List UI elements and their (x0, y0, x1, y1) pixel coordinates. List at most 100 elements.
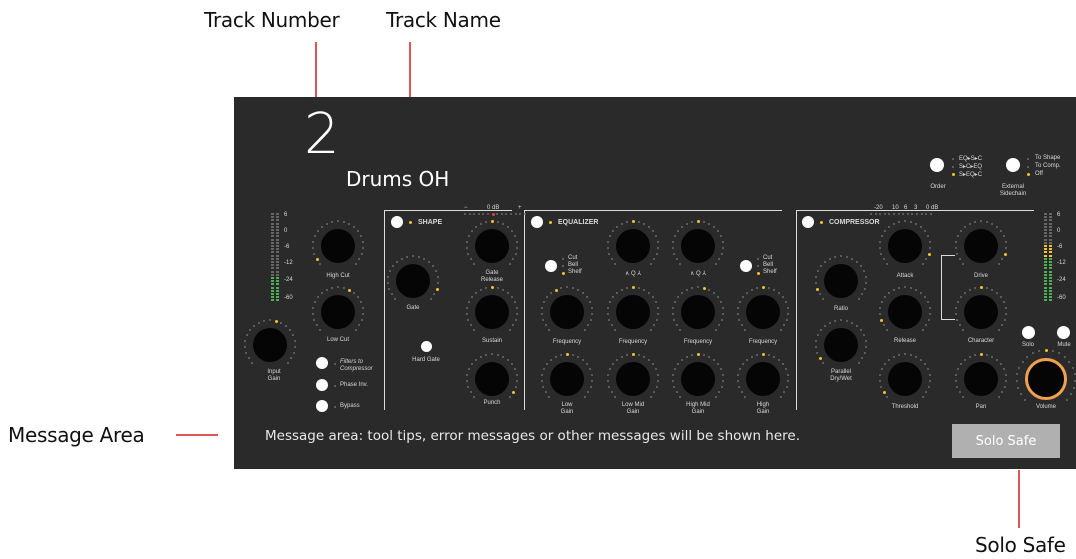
gate-scale-dot (432, 265, 435, 268)
shape-enable-button[interactable] (391, 216, 403, 228)
eq-q-1-scale-dot (653, 258, 656, 261)
mute-button[interactable] (1057, 326, 1070, 339)
mute-label: Mute (1057, 342, 1071, 348)
high-gain-knob[interactable] (746, 362, 780, 396)
threshold-knob[interactable] (888, 362, 922, 396)
input-gain-scale-dot (244, 340, 247, 343)
attack-knob[interactable] (888, 229, 922, 263)
eq-enable-button[interactable] (531, 216, 543, 228)
eq-frequency-1-scale-dot (541, 307, 544, 310)
sustain-scale-dot (508, 328, 511, 331)
eq-q-1-knob[interactable] (616, 229, 650, 263)
order-led-1 (952, 158, 954, 160)
eq-q-1-scale-dot (655, 235, 658, 238)
shape-scale-plus: + (518, 205, 522, 211)
gate-knob[interactable] (396, 264, 430, 298)
eq-frequency-4-scale-dot (785, 318, 788, 321)
character-knob[interactable] (964, 295, 998, 329)
meter-segment (1049, 251, 1052, 254)
eq-frequency-2-scale-dot (607, 312, 610, 315)
meter-segment (271, 289, 274, 292)
eq-frequency-3-label: Frequency (683, 339, 713, 345)
parallel-scale-dot (815, 340, 818, 343)
eq-q-2-scale-dot (691, 220, 694, 223)
high-cut-knob[interactable] (321, 229, 355, 263)
meter-segment (1044, 238, 1047, 241)
phase-invert-button[interactable] (316, 379, 328, 391)
release-scale-dot (898, 286, 901, 289)
pan-scale-dot (963, 358, 966, 361)
gate-release-scale-dot (470, 230, 473, 233)
scale-dot (496, 213, 499, 215)
solo-safe-button[interactable]: Solo Safe (952, 424, 1060, 458)
eq-q-2-scale-dot (702, 220, 705, 223)
input-gain-scale-dot (245, 351, 248, 354)
scale-dot (920, 213, 923, 215)
eq-frequency-4-scale-dot (740, 324, 743, 327)
eq-frequency-3-knob[interactable] (681, 295, 715, 329)
high-gain-scale-dot (750, 355, 753, 358)
sidechain-button[interactable] (1006, 158, 1020, 172)
eq-frequency-2-knob[interactable] (616, 295, 650, 329)
gate-release-scale-dot (467, 252, 470, 255)
attack-scale-dot (898, 220, 901, 223)
order-button[interactable] (930, 158, 944, 172)
shape-title: SHAPE (418, 219, 443, 226)
low-gain-scale-dot (587, 391, 590, 394)
low-band-type-button[interactable] (545, 260, 557, 272)
low-cut-knob[interactable] (321, 295, 355, 329)
gate-scale-dot (387, 276, 390, 279)
bypass-button[interactable] (316, 400, 328, 412)
punch-knob[interactable] (475, 362, 509, 396)
parallel-scale-dot (819, 329, 822, 332)
meter-segment (271, 267, 274, 270)
eq-q-2-scale-dot (721, 241, 724, 244)
eq-frequency-1-scale-dot (541, 312, 544, 315)
gate-release-knob[interactable] (475, 229, 509, 263)
input-gain-scale-dot (292, 334, 295, 337)
volume-scale-dot (1024, 398, 1027, 401)
eq-frequency-4-knob[interactable] (746, 295, 780, 329)
high-gain-label: High Gain (756, 402, 770, 415)
gate-scale-dot (412, 255, 414, 257)
meter-segment (276, 219, 279, 222)
comp-scale-2: 10 (892, 205, 899, 211)
parallel-knob[interactable] (824, 328, 858, 362)
volume-scale-dot (1058, 352, 1061, 355)
hard-gate-button[interactable] (421, 341, 432, 352)
sustain-knob[interactable] (475, 295, 509, 329)
high-band-type-button[interactable] (740, 260, 752, 272)
low-gain-knob[interactable] (550, 362, 584, 396)
high-mid-gain-knob[interactable] (681, 362, 715, 396)
ratio-knob[interactable] (824, 264, 858, 298)
eq-frequency-1-label: Frequency (552, 339, 582, 345)
eq-frequency-1-scale-dot (589, 318, 592, 321)
release-knob[interactable] (888, 295, 922, 329)
comp-enable-button[interactable] (802, 216, 814, 228)
track-name[interactable]: Drums OH (346, 167, 449, 191)
filters-to-compressor-button[interactable] (316, 357, 328, 369)
volume-label: Volume (1035, 404, 1057, 410)
input-gain-knob[interactable] (253, 328, 287, 362)
parallel-scale-dot (816, 334, 819, 337)
pan-knob[interactable] (964, 362, 998, 396)
drive-knob[interactable] (964, 229, 998, 263)
parallel-scale-dot (851, 321, 854, 324)
solo-button[interactable] (1022, 326, 1035, 339)
eq-frequency-3-scale-dot (691, 286, 694, 289)
volume-knob[interactable] (1025, 358, 1067, 400)
drive-scale-dot (962, 262, 965, 265)
threshold-scale-dot (925, 391, 928, 394)
eq-frequency-1-knob[interactable] (550, 295, 584, 329)
callout-track-number: Track Number (204, 8, 340, 32)
meter-segment (1049, 213, 1052, 215)
ratio-scale-dot (816, 270, 819, 273)
meter-segment (276, 225, 279, 228)
threshold-scale-dot (887, 358, 890, 361)
low-mid-gain-knob[interactable] (616, 362, 650, 396)
threshold-scale-dot (909, 353, 912, 356)
ratio-scale-dot (857, 297, 860, 300)
meter-segment (1044, 296, 1047, 299)
eq-q-2-knob[interactable] (681, 229, 715, 263)
high-cut-scale-dot (360, 235, 363, 238)
